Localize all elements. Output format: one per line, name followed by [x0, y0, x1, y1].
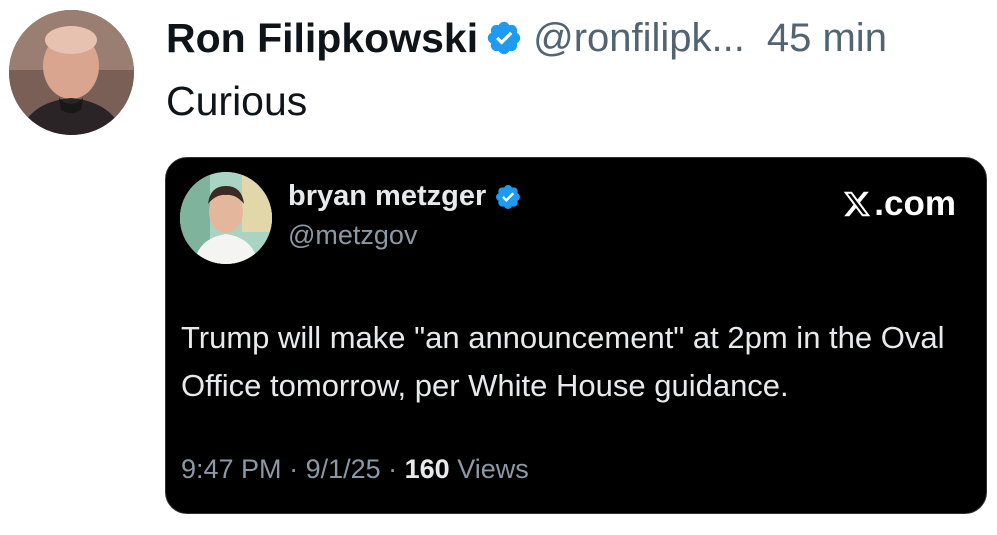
quoted-tweet-card[interactable]: bryan metzger @metzgov .com Trump will m… [165, 157, 987, 514]
avatar-photo [9, 10, 134, 135]
post-timestamp[interactable]: 45 min [767, 16, 887, 61]
quoted-author-avatar[interactable] [180, 172, 272, 264]
quoted-tweet-text: Trump will make "an announcement" at 2pm… [181, 320, 945, 403]
verified-badge-icon [487, 21, 521, 55]
author-handle[interactable]: @ronfilipk... [533, 16, 745, 61]
quoted-author-handle[interactable]: @metzgov [288, 220, 417, 251]
x-com-logo: .com [842, 184, 956, 224]
views-label: Views [457, 454, 529, 484]
quoted-tweet-meta: 9:47 PM · 9/1/25 · 160 Views [181, 454, 529, 485]
meta-separator: · [380, 454, 405, 484]
x-logo-icon [844, 191, 871, 217]
author-avatar[interactable] [9, 10, 134, 135]
views-count: 160 [404, 454, 450, 484]
site-label: .com [874, 184, 956, 223]
author-name[interactable]: Ron Filipkowski [166, 15, 478, 62]
meta-separator: · [281, 454, 306, 484]
quoted-time: 9:47 PM [181, 454, 282, 484]
quoted-author-name-row: bryan metzger [288, 180, 522, 213]
quoted-date: 9/1/25 [305, 454, 381, 484]
post-header: Ron Filipkowski @ronfilipk... 45 min [166, 10, 887, 66]
verified-badge-icon [496, 184, 521, 209]
post-text: Curious [166, 78, 308, 124]
avatar-photo [180, 172, 272, 264]
quoted-author-name[interactable]: bryan metzger [288, 180, 486, 213]
